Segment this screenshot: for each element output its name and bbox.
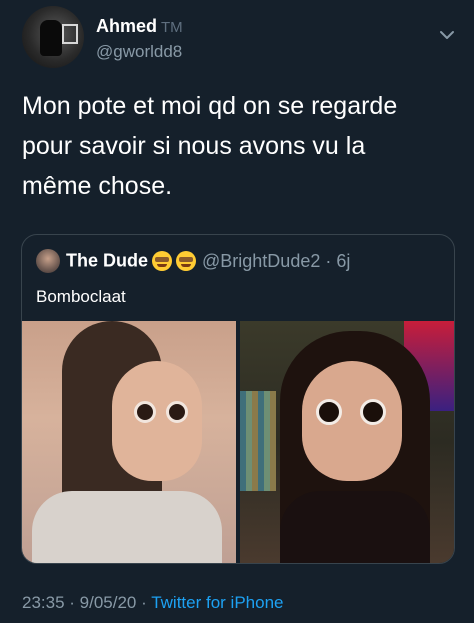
image-face	[302, 361, 402, 481]
quoted-image-right[interactable]	[240, 321, 454, 563]
tweet-time: 23:35	[22, 593, 65, 612]
image-top	[280, 491, 430, 563]
tweet-header: Ahmed TM @gworldd8	[22, 6, 462, 74]
image-eye	[166, 401, 188, 423]
tweet-meta: 23:35 · 9/05/20 · Twitter for iPhone	[22, 593, 283, 613]
quoted-tweet-header: The Dude @BrightDude2 · 6j	[36, 249, 350, 275]
meta-separator: ·	[136, 593, 152, 612]
quoted-tweet-text: Bomboclaat	[36, 287, 126, 306]
quoted-handle-time: @BrightDude2 · 6j	[202, 250, 351, 271]
star-struck-emoji-icon	[152, 251, 173, 271]
tweet-date: 9/05/20	[79, 593, 137, 612]
image-eye	[360, 399, 386, 425]
tweet-text-line: pour savoir si nous avons vu la	[22, 132, 366, 160]
avatar-figure	[40, 20, 62, 56]
avatar-frame	[62, 24, 78, 44]
image-eye	[134, 401, 156, 423]
chevron-down-icon[interactable]	[436, 24, 458, 46]
star-struck-emoji-icon	[176, 251, 197, 271]
quoted-author-name: The Dude	[66, 250, 149, 271]
quoted-tweet[interactable]: The Dude @BrightDude2 · 6j Bomboclaat	[21, 234, 455, 564]
image-eye	[316, 399, 342, 425]
author-handle[interactable]: @gworldd8	[96, 42, 182, 62]
image-bookshelf	[240, 391, 276, 491]
quoted-image-left[interactable]	[22, 321, 236, 563]
image-face	[112, 361, 202, 481]
author-name-row[interactable]: Ahmed TM	[96, 16, 183, 37]
meta-separator: ·	[64, 593, 80, 612]
tweet-text-line: Mon pote et moi qd on se regarde	[22, 92, 398, 120]
tweet-source-link[interactable]: Twitter for iPhone	[151, 593, 283, 612]
author-badge: TM	[161, 19, 183, 36]
image-shirt	[32, 491, 222, 563]
author-name[interactable]: Ahmed	[96, 16, 157, 36]
tweet-text-line: même chose.	[22, 172, 173, 200]
tweet-text: Mon pote et moi qd on se regarde pour sa…	[22, 86, 452, 206]
quoted-avatar	[36, 249, 60, 273]
author-avatar[interactable]	[22, 6, 84, 68]
